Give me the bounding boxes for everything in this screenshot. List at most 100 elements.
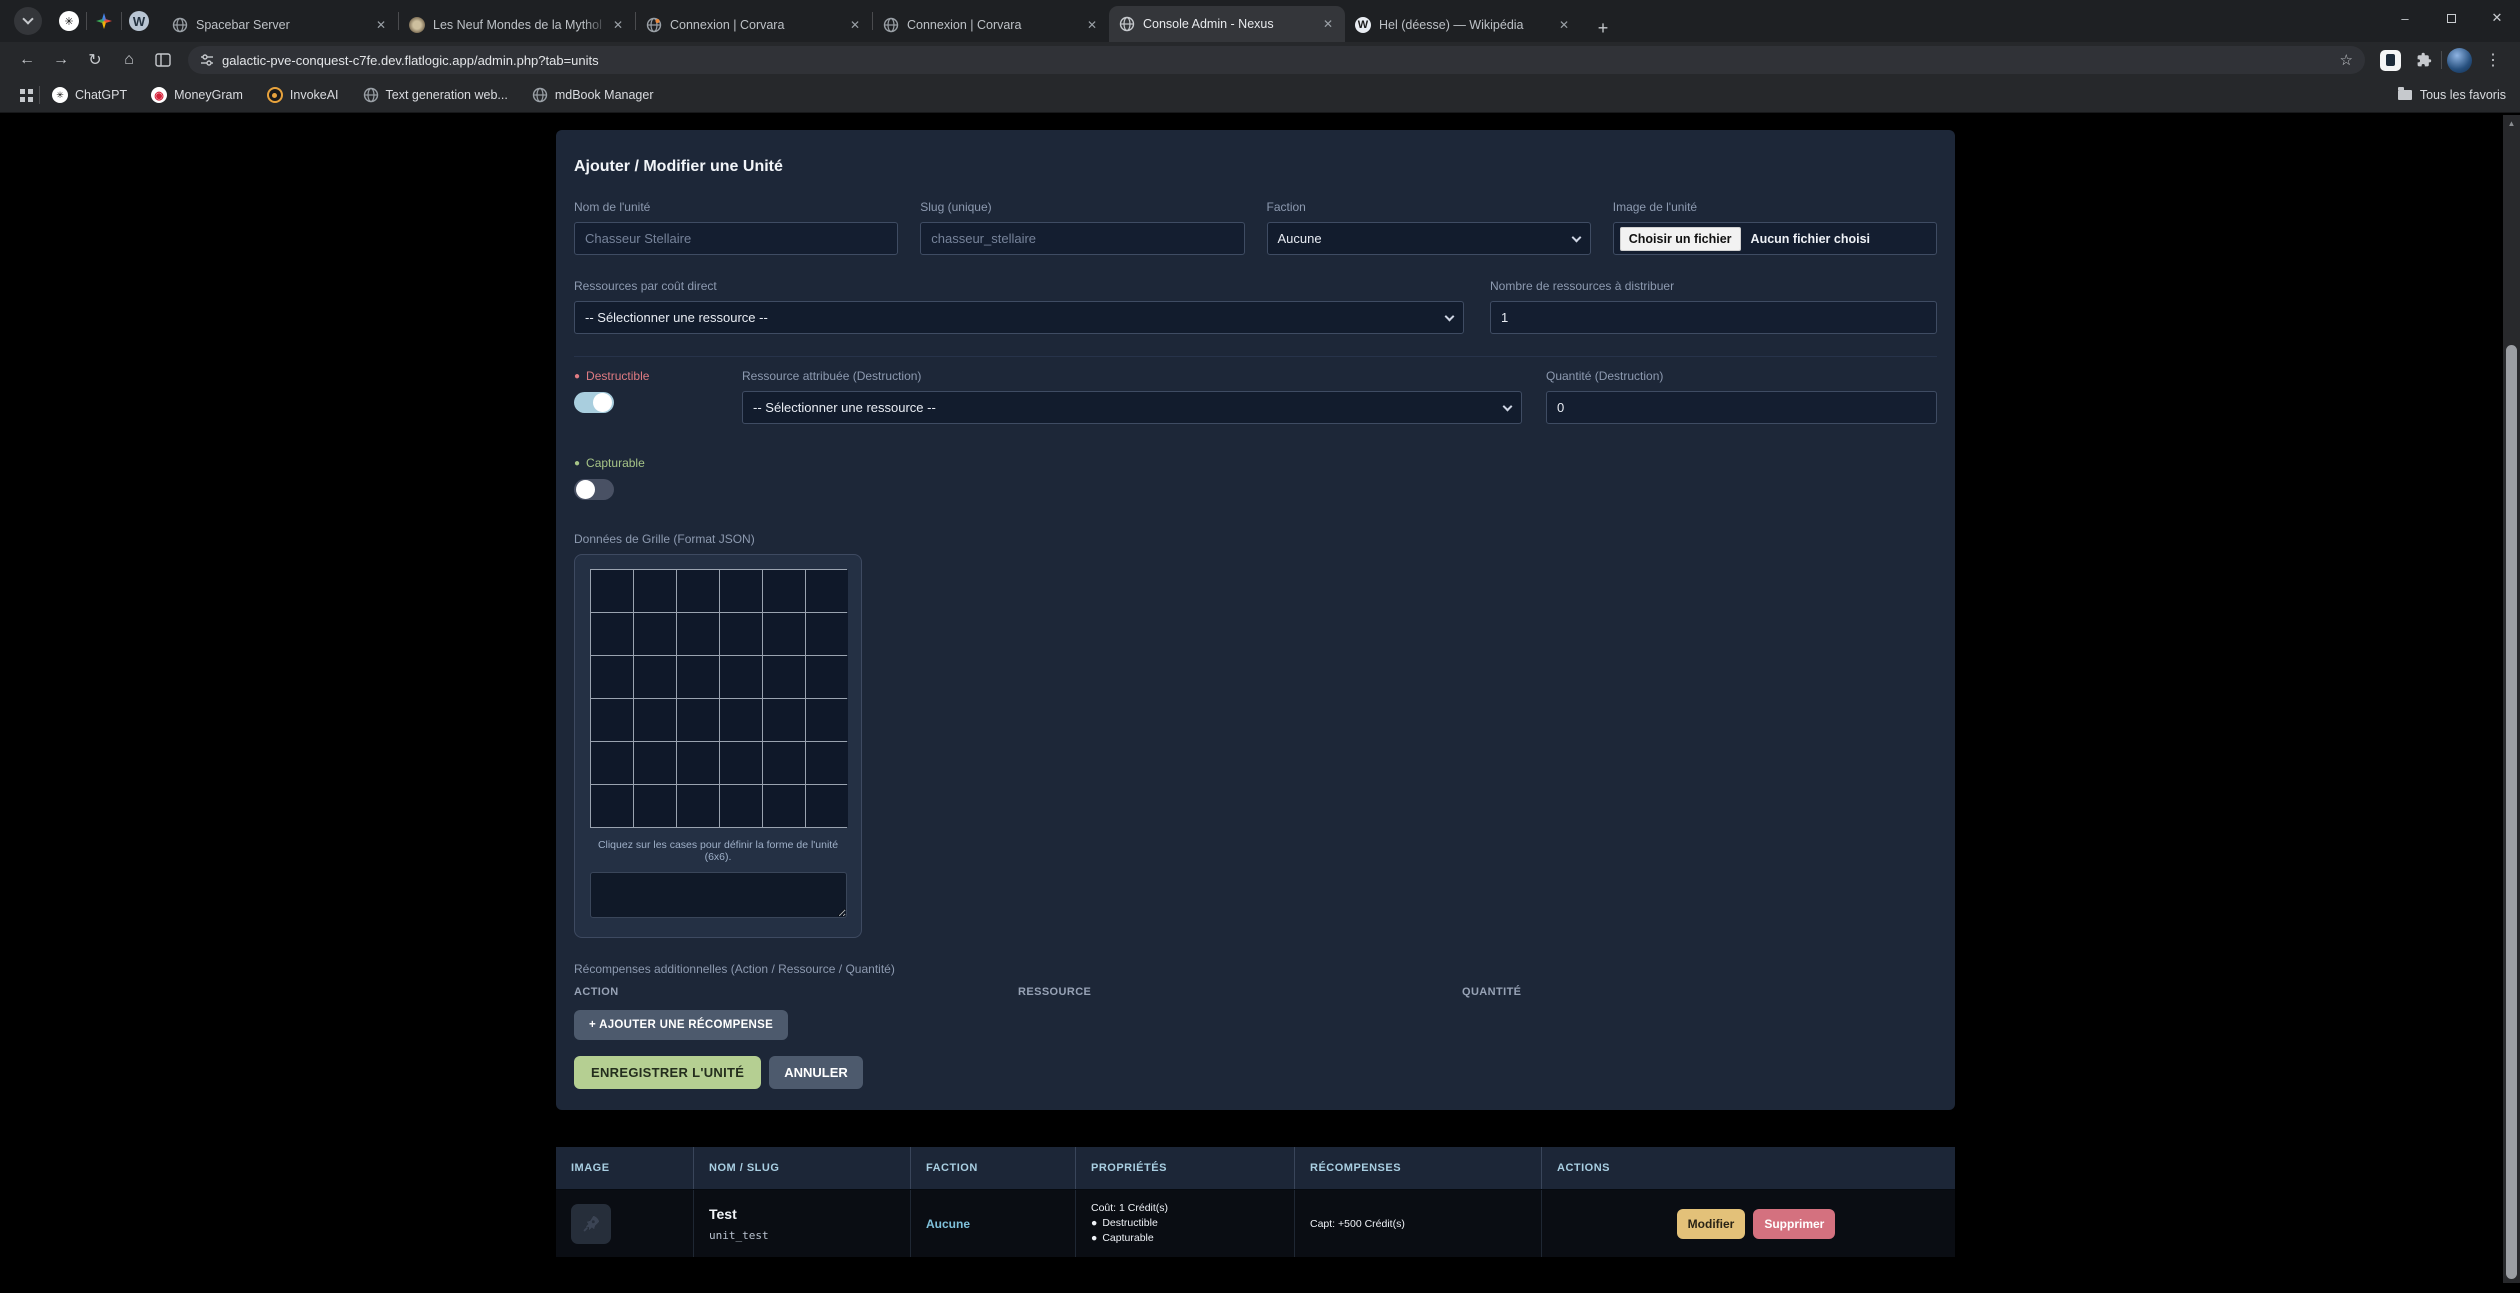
new-tab-button[interactable]: + xyxy=(1589,14,1617,42)
grid-cell[interactable] xyxy=(634,613,676,655)
capturable-toggle[interactable] xyxy=(574,479,614,500)
delete-unit-button[interactable]: Supprimer xyxy=(1753,1209,1835,1239)
pinned-tab-wordpress[interactable]: W xyxy=(122,11,156,31)
extension-shortcut-button[interactable] xyxy=(2375,45,2405,75)
bookmark-star-icon[interactable]: ☆ xyxy=(2340,51,2353,69)
grid-cell[interactable] xyxy=(634,742,676,784)
bookmark-moneygram[interactable]: ◉ MoneyGram xyxy=(151,87,243,103)
side-panel-button[interactable] xyxy=(148,45,178,75)
close-icon[interactable]: ✕ xyxy=(1083,16,1101,34)
url-text[interactable]: galactic-pve-conquest-c7fe.dev.flatlogic… xyxy=(222,53,2340,68)
close-icon[interactable]: ✕ xyxy=(846,16,864,34)
grid-cell[interactable] xyxy=(634,785,676,827)
save-unit-button[interactable]: ENREGISTRER L'UNITÉ xyxy=(574,1056,761,1089)
grid-cell[interactable] xyxy=(720,742,762,784)
add-reward-button[interactable]: + AJOUTER UNE RÉCOMPENSE xyxy=(574,1010,788,1040)
pinned-tab-chatgpt[interactable]: ✳ xyxy=(52,11,86,31)
col-faction: FACTION xyxy=(911,1147,1076,1189)
address-bar[interactable]: galactic-pve-conquest-c7fe.dev.flatlogic… xyxy=(188,46,2365,74)
tab-neuf-mondes[interactable]: Les Neuf Mondes de la Mythol ✕ xyxy=(399,8,635,42)
grid-cell[interactable] xyxy=(763,785,805,827)
tab-title: Hel (déesse) — Wikipédia xyxy=(1379,18,1555,32)
grid-cell[interactable] xyxy=(806,570,848,612)
grid-cell[interactable] xyxy=(806,656,848,698)
grid-cell[interactable] xyxy=(591,613,633,655)
grid-cell[interactable] xyxy=(677,613,719,655)
grid-cell[interactable] xyxy=(806,785,848,827)
grid-cell[interactable] xyxy=(677,699,719,741)
grid-cell[interactable] xyxy=(806,742,848,784)
dest-amount-input[interactable] xyxy=(1546,391,1937,424)
grid-cell[interactable] xyxy=(763,613,805,655)
tab-hel-wikipedia[interactable]: W Hel (déesse) — Wikipédia ✕ xyxy=(1345,8,1581,42)
profile-button[interactable] xyxy=(2444,45,2474,75)
close-window-button[interactable]: ✕ xyxy=(2474,0,2520,36)
home-button[interactable]: ⌂ xyxy=(114,45,144,75)
bookmark-mdbook-manager[interactable]: mdBook Manager xyxy=(532,87,654,103)
grid-cell[interactable] xyxy=(720,699,762,741)
grid-cell[interactable] xyxy=(720,785,762,827)
page-scrollbar[interactable]: ▲ xyxy=(2503,115,2520,1283)
faction-select[interactable]: Aucune xyxy=(1267,222,1591,255)
grid-cell[interactable] xyxy=(677,570,719,612)
tab-spacebar-server[interactable]: Spacebar Server ✕ xyxy=(162,8,398,42)
grid-cell[interactable] xyxy=(591,570,633,612)
cost-resource-selected-value: -- Sélectionner une ressource -- xyxy=(585,310,768,325)
reload-button[interactable]: ↻ xyxy=(80,45,110,75)
slug-input[interactable] xyxy=(920,222,1244,255)
close-icon[interactable]: ✕ xyxy=(1319,15,1337,33)
close-icon[interactable]: ✕ xyxy=(1555,16,1573,34)
scroll-up-arrow[interactable]: ▲ xyxy=(2503,115,2520,131)
pinned-tab-gemini[interactable] xyxy=(87,13,121,29)
grid-cell[interactable] xyxy=(634,570,676,612)
scrollbar-thumb[interactable] xyxy=(2506,345,2517,1279)
bookmark-chatgpt[interactable]: ✳ ChatGPT xyxy=(52,87,127,103)
grid-cell[interactable] xyxy=(634,656,676,698)
grid-cell[interactable] xyxy=(591,699,633,741)
destructible-toggle[interactable] xyxy=(574,392,614,413)
choose-file-button[interactable]: Choisir un fichier xyxy=(1620,227,1741,251)
extensions-button[interactable] xyxy=(2409,45,2439,75)
browser-menu-button[interactable]: ⋮ xyxy=(2478,45,2508,75)
bookmark-invokeai[interactable]: InvokeAI xyxy=(267,87,339,103)
cancel-button[interactable]: ANNULER xyxy=(769,1056,863,1089)
grid-cell[interactable] xyxy=(763,656,805,698)
back-button[interactable]: ← xyxy=(12,45,42,75)
unit-name-input[interactable] xyxy=(574,222,898,255)
maximize-button[interactable] xyxy=(2428,0,2474,36)
all-bookmarks-button[interactable]: Tous les favoris xyxy=(2398,88,2506,102)
grid-cell[interactable] xyxy=(677,656,719,698)
globe-icon xyxy=(363,87,379,103)
minimize-button[interactable]: – xyxy=(2382,0,2428,36)
grid-cell[interactable] xyxy=(634,699,676,741)
tab-connexion-corvara-1[interactable]: Connexion | Corvara ✕ xyxy=(636,8,872,42)
tab-console-admin-nexus[interactable]: Console Admin - Nexus ✕ xyxy=(1109,6,1345,42)
grid-cell[interactable] xyxy=(720,656,762,698)
tab-search-button[interactable] xyxy=(14,7,42,35)
apps-grid-icon[interactable] xyxy=(20,89,25,94)
grid-cell[interactable] xyxy=(763,570,805,612)
close-icon[interactable]: ✕ xyxy=(609,16,627,34)
bookmark-text-generation[interactable]: Text generation web... xyxy=(363,87,508,103)
grid-json-textarea[interactable] xyxy=(590,872,847,918)
cost-amount-input[interactable] xyxy=(1490,301,1937,334)
cost-resource-select[interactable]: -- Sélectionner une ressource -- xyxy=(574,301,1464,334)
tab-connexion-corvara-2[interactable]: Connexion | Corvara ✕ xyxy=(873,8,1109,42)
grid-cell[interactable] xyxy=(720,570,762,612)
close-icon[interactable]: ✕ xyxy=(372,16,390,34)
unit-image-file-input[interactable]: Choisir un fichier Aucun fichier choisi xyxy=(1613,222,1937,255)
grid-cell[interactable] xyxy=(591,656,633,698)
grid-cell[interactable] xyxy=(763,699,805,741)
unit-faction-cell: Aucune xyxy=(911,1190,1076,1257)
dest-resource-select[interactable]: -- Sélectionner une ressource -- xyxy=(742,391,1522,424)
grid-cell[interactable] xyxy=(806,613,848,655)
grid-cell[interactable] xyxy=(591,785,633,827)
forward-button[interactable]: → xyxy=(46,45,76,75)
grid-cell[interactable] xyxy=(763,742,805,784)
edit-unit-button[interactable]: Modifier xyxy=(1677,1209,1746,1239)
grid-cell[interactable] xyxy=(720,613,762,655)
grid-cell[interactable] xyxy=(677,785,719,827)
grid-cell[interactable] xyxy=(591,742,633,784)
grid-cell[interactable] xyxy=(677,742,719,784)
grid-cell[interactable] xyxy=(806,699,848,741)
